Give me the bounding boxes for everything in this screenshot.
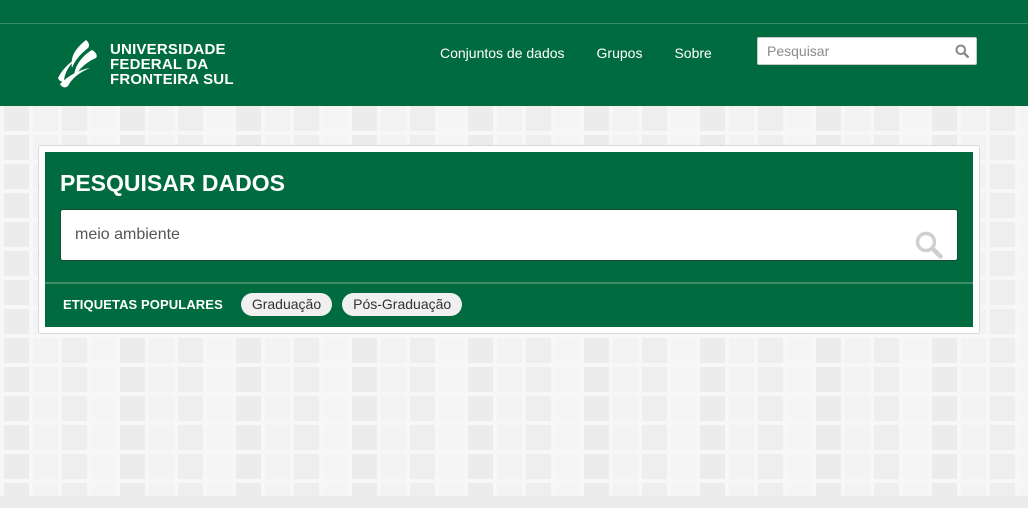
nav-link-about[interactable]: Sobre [674, 45, 711, 61]
panel-title: PESQUISAR DADOS [60, 170, 285, 196]
search-icon[interactable] [955, 44, 970, 63]
site-header: UNIVERSIDADE FEDERAL DA FRONTEIRA SUL Co… [0, 24, 1028, 106]
nav-link-groups[interactable]: Grupos [597, 45, 643, 61]
header-search-box [757, 37, 977, 65]
main-search-input[interactable] [61, 210, 895, 260]
footer-strip [0, 496, 1028, 508]
popular-tags: ETIQUETAS POPULARES Graduação Pós-Gradua… [63, 293, 472, 316]
tag-graduacao[interactable]: Graduação [240, 293, 333, 316]
search-panel: PESQUISAR DADOS ETIQUETAS POPULARES Grad… [45, 152, 973, 327]
leaf-swoosh-icon [58, 40, 97, 88]
nav-link-datasets[interactable]: Conjuntos de dados [440, 45, 565, 61]
site-name-line3: FRONTEIRA SUL [110, 70, 234, 88]
search-panel-frame: PESQUISAR DADOS ETIQUETAS POPULARES Grad… [38, 145, 980, 334]
tag-pos-graduacao[interactable]: Pós-Graduação [342, 293, 463, 316]
site-name: UNIVERSIDADE FEDERAL DA FRONTEIRA SUL [110, 42, 234, 87]
main-nav: Conjuntos de dados Grupos Sobre [440, 45, 744, 61]
top-account-bar [0, 0, 1028, 24]
main-search-box [60, 209, 958, 261]
site-logo[interactable]: UNIVERSIDADE FEDERAL DA FRONTEIRA SUL [56, 38, 234, 90]
popular-tags-label: ETIQUETAS POPULARES [63, 297, 223, 312]
header-search-input[interactable] [758, 38, 947, 64]
search-icon[interactable] [915, 231, 943, 264]
site-name-line2: FEDERAL DA [110, 55, 209, 73]
site-name-line1: UNIVERSIDADE [110, 40, 226, 58]
panel-divider [45, 282, 973, 284]
